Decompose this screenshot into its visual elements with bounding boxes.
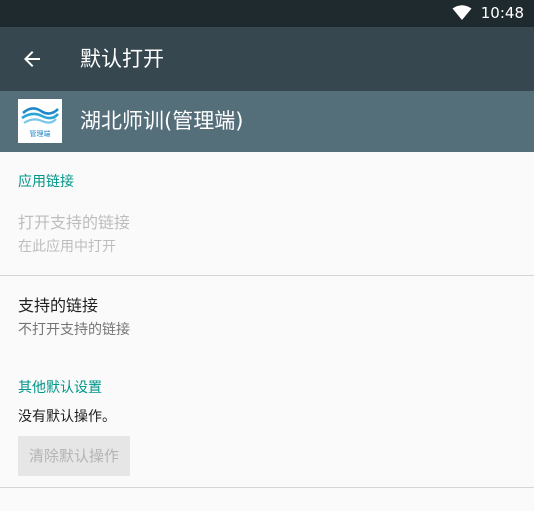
supported-links-title: 支持的链接 [18, 296, 99, 315]
status-time: 10:48 [480, 4, 524, 22]
app-name: 湖北师训(管理端) [80, 109, 244, 133]
status-bar: 10:48 [0, 0, 534, 27]
arrow-left-icon[interactable] [20, 47, 44, 71]
no-default-actions-text: 没有默认操作。 [18, 409, 116, 425]
page-title: 默认打开 [80, 47, 164, 71]
section-header-app-links: 应用链接 [18, 174, 74, 190]
open-supported-links-subtitle: 在此应用中打开 [18, 239, 116, 255]
app-header: 管理端 湖北师训(管理端) [0, 91, 534, 152]
app-logo-text: 管理端 [30, 129, 51, 138]
clear-defaults-button[interactable]: 清除默认操作 [18, 436, 130, 476]
toolbar: 默认打开 [0, 27, 534, 91]
divider [0, 275, 534, 276]
supported-links-subtitle: 不打开支持的链接 [18, 322, 130, 338]
section-header-other-defaults: 其他默认设置 [18, 380, 102, 396]
open-supported-links-title: 打开支持的链接 [18, 213, 131, 232]
app-logo-icon: 管理端 [18, 99, 62, 143]
divider [0, 487, 534, 488]
wifi-icon [452, 5, 472, 20]
